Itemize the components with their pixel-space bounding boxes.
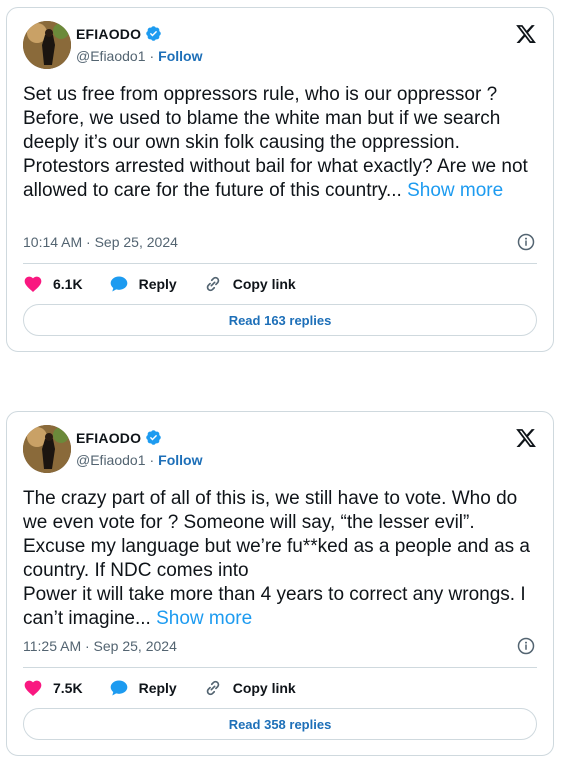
- timestamp[interactable]: 11:25 AM · Sep 25, 2024: [23, 638, 177, 654]
- copy-link-button[interactable]: Copy link: [203, 274, 296, 294]
- heart-icon: [24, 680, 42, 696]
- copy-link-label: Copy link: [232, 680, 296, 696]
- reply-bubble-icon: [110, 680, 127, 696]
- divider: [23, 263, 537, 264]
- like-button[interactable]: 7.5K: [23, 678, 83, 698]
- info-icon[interactable]: [517, 637, 535, 655]
- reply-button[interactable]: Reply: [109, 274, 177, 294]
- like-count: 7.5K: [53, 680, 83, 696]
- author-name[interactable]: EFIAODO: [76, 430, 141, 446]
- avatar-image: [23, 21, 71, 69]
- author-handle[interactable]: @Efiaodo1: [76, 48, 145, 64]
- show-more-link[interactable]: Show more: [156, 608, 252, 629]
- reply-bubble-icon: [110, 276, 127, 292]
- reply-label: Reply: [138, 680, 177, 696]
- verified-badge-icon: [145, 25, 162, 42]
- avatar[interactable]: [23, 21, 71, 69]
- like-count: 6.1K: [53, 276, 83, 292]
- show-more-link[interactable]: Show more: [407, 180, 503, 201]
- tweet-card: EFIAODO @Efiaodo1 · Follow Set us free f…: [6, 7, 554, 352]
- tweet-text: The crazy part of all of this is, we sti…: [23, 487, 538, 631]
- link-icon: [206, 680, 219, 696]
- tweet-body: The crazy part of all of this is, we sti…: [23, 488, 530, 629]
- author-name[interactable]: EFIAODO: [76, 26, 141, 42]
- avatar-image: [23, 425, 71, 473]
- heart-icon: [24, 276, 42, 292]
- avatar[interactable]: [23, 425, 71, 473]
- verified-badge-icon: [145, 429, 162, 446]
- tweet-card: EFIAODO @Efiaodo1 · Follow The crazy par…: [6, 411, 554, 756]
- separator-dot: ·: [149, 452, 155, 468]
- x-logo-icon[interactable]: [515, 427, 537, 449]
- info-icon[interactable]: [517, 233, 535, 251]
- follow-button[interactable]: Follow: [158, 48, 202, 64]
- reply-button[interactable]: Reply: [109, 678, 177, 698]
- follow-button[interactable]: Follow: [158, 452, 202, 468]
- like-button[interactable]: 6.1K: [23, 274, 83, 294]
- reply-label: Reply: [138, 276, 177, 292]
- read-replies-button[interactable]: Read 358 replies: [23, 708, 537, 740]
- divider: [23, 667, 537, 668]
- action-bar: 6.1K Reply Copy link: [23, 274, 322, 294]
- timestamp[interactable]: 10:14 AM · Sep 25, 2024: [23, 234, 178, 250]
- x-logo-icon[interactable]: [515, 23, 537, 45]
- author-handle[interactable]: @Efiaodo1: [76, 452, 145, 468]
- read-replies-button[interactable]: Read 163 replies: [23, 304, 537, 336]
- separator-dot: ·: [149, 48, 155, 64]
- copy-link-label: Copy link: [232, 276, 296, 292]
- tweet-text: Set us free from oppressors rule, who is…: [23, 83, 538, 203]
- link-icon: [206, 276, 219, 292]
- copy-link-button[interactable]: Copy link: [203, 678, 296, 698]
- action-bar: 7.5K Reply Copy link: [23, 678, 322, 698]
